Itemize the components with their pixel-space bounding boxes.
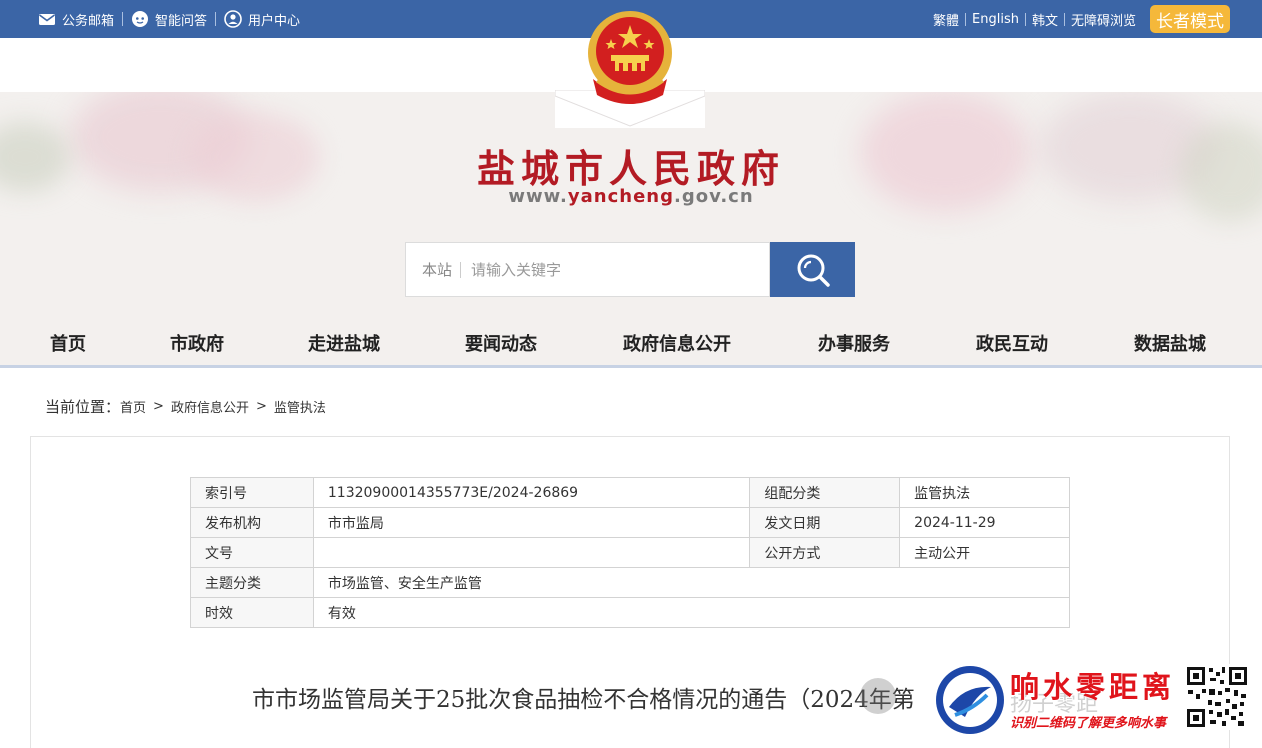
- site-url: www.yancheng.gov.cn: [0, 186, 1262, 207]
- mail-icon: [39, 14, 55, 25]
- top-bar-left: 公务邮箱 智能问答 用户中心: [38, 0, 300, 38]
- validity-value: 有效: [312, 597, 1071, 628]
- table-row: 文号 公开方式 主动公开: [190, 537, 1070, 568]
- publicity-label: 公开方式: [749, 537, 901, 568]
- nav-item-services[interactable]: 办事服务: [818, 330, 890, 356]
- breadcrumb-separator: >: [255, 399, 267, 414]
- breadcrumb-lead: 当前位置：: [45, 398, 121, 416]
- mail-label: 公务邮箱: [62, 13, 115, 29]
- watermark-faint-logo: [860, 678, 896, 714]
- search-bar: 本站: [405, 242, 855, 297]
- user-center-link[interactable]: 用户中心: [224, 10, 300, 29]
- national-emblem-icon: [588, 11, 672, 104]
- docno-label: 文号: [190, 537, 314, 568]
- search-box: 本站: [405, 242, 770, 297]
- nav-item-home[interactable]: 首页: [50, 330, 86, 356]
- watermark-logo-icon: [936, 666, 1004, 734]
- document-meta-table: 索引号 11320900014355773E/2024-26869 组配分类 监…: [190, 477, 1071, 628]
- top-bar-right: 繁體 English 韩文 无障碍浏览 长者模式: [927, 0, 1230, 38]
- search-button[interactable]: [770, 242, 855, 297]
- accessible-browse-link[interactable]: 无障碍浏览: [1065, 10, 1142, 29]
- site-url-prefix: www.: [508, 186, 568, 207]
- site-url-suffix: .gov.cn: [673, 186, 754, 207]
- qr-code-icon: [1184, 664, 1250, 730]
- search-icon: [797, 254, 830, 287]
- category-label: 组配分类: [749, 477, 901, 508]
- index-value: 11320900014355773E/2024-26869: [312, 477, 751, 508]
- table-row: 时效 有效: [190, 597, 1071, 628]
- nav-item-info-disclosure[interactable]: 政府信息公开: [623, 330, 731, 356]
- breadcrumb-supervision[interactable]: 监管执法: [274, 397, 326, 416]
- org-label: 发布机构: [190, 507, 314, 538]
- category-value: 监管执法: [899, 477, 1070, 508]
- publicity-value: 主动公开: [899, 537, 1070, 568]
- mail-link[interactable]: 公务邮箱: [38, 10, 114, 29]
- robot-chat-icon: [132, 11, 149, 27]
- watermark-name: 响水零距离: [1010, 670, 1176, 704]
- nav-item-about-yancheng[interactable]: 走进盐城: [308, 330, 380, 356]
- nav-item-data-yancheng[interactable]: 数据盐城: [1134, 330, 1206, 356]
- nav-item-interaction[interactable]: 政民互动: [976, 330, 1048, 356]
- user-icon: [224, 10, 242, 28]
- document-title: 市市场监管局关于25批次食品抽检不合格情况的通告（2024年第: [252, 687, 915, 713]
- topic-label: 主题分类: [190, 567, 314, 598]
- table-row: 索引号 11320900014355773E/2024-26869 组配分类 监…: [190, 477, 1070, 508]
- watermark-tip: 识别二维码了解更多响水事: [1010, 716, 1167, 731]
- site-url-highlight: yancheng: [567, 186, 674, 207]
- nav-item-city-government[interactable]: 市政府: [170, 330, 224, 356]
- breadcrumb: 当前位置： 首页 > 政府信息公开 > 监管执法: [45, 396, 326, 417]
- traditional-chinese-link[interactable]: 繁體: [927, 10, 965, 29]
- english-link[interactable]: English: [966, 12, 1025, 27]
- date-value: 2024-11-29: [899, 507, 1070, 538]
- user-center-label: 用户中心: [248, 13, 301, 29]
- korean-link[interactable]: 韩文: [1026, 10, 1064, 29]
- table-row: 主题分类 市场监管、安全生产监管: [190, 567, 1071, 598]
- topic-value: 市场监管、安全生产监管: [312, 567, 1071, 598]
- breadcrumb-info-disclosure[interactable]: 政府信息公开: [171, 397, 249, 416]
- qa-link[interactable]: 智能问答: [131, 10, 207, 29]
- breadcrumb-separator: >: [153, 399, 164, 414]
- table-row: 发布机构 市市监局 发文日期 2024-11-29: [190, 507, 1070, 538]
- breadcrumb-home[interactable]: 首页: [120, 397, 146, 416]
- nav-item-news[interactable]: 要闻动态: [465, 330, 537, 356]
- index-label: 索引号: [190, 477, 314, 508]
- docno-value: [312, 537, 751, 568]
- org-value: 市市监局: [312, 507, 751, 538]
- elder-mode-button[interactable]: 长者模式: [1150, 5, 1230, 33]
- search-input[interactable]: [461, 260, 742, 279]
- site-title: 盐城市人民政府: [476, 146, 785, 191]
- divider: [215, 12, 217, 26]
- qa-label: 智能问答: [155, 13, 208, 29]
- validity-label: 时效: [190, 597, 314, 628]
- search-scope[interactable]: 本站: [406, 261, 462, 278]
- divider: [122, 12, 124, 26]
- main-nav: 首页 市政府 走进盐城 要闻动态 政府信息公开 办事服务 政民互动 数据盐城: [0, 320, 1262, 368]
- date-label: 发文日期: [749, 507, 901, 538]
